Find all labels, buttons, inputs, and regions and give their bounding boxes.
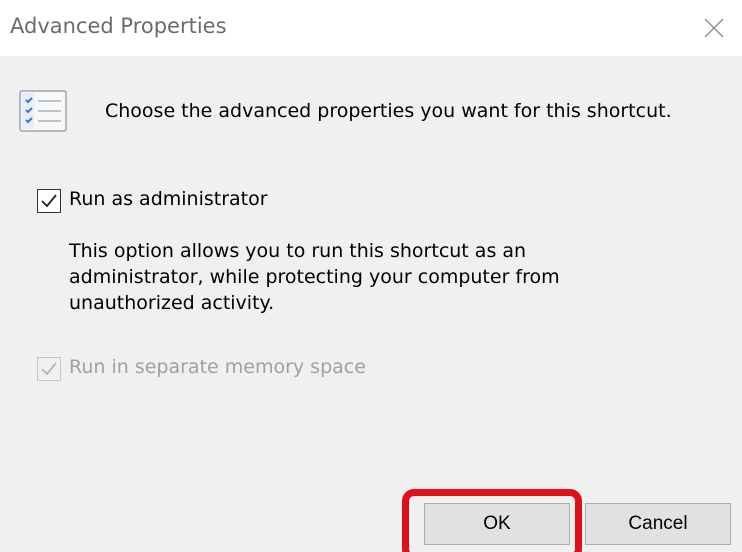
description-line: administrator, while protecting your com… [69,266,560,288]
close-button[interactable] [686,0,742,56]
close-icon [704,18,724,38]
properties-list-icon [19,90,67,132]
separate-memory-space-label: Run in separate memory space [69,356,366,378]
ok-button[interactable]: OK [424,503,570,545]
intro-text: Choose the advanced properties you want … [105,100,672,122]
checkmark-icon [41,362,57,376]
title-bar: Advanced Properties [0,0,742,56]
description-line: unauthorized activity. [69,292,275,314]
run-as-administrator-label[interactable]: Run as administrator [69,188,268,210]
checkmark-icon [41,194,57,208]
cancel-button[interactable]: Cancel [585,503,731,545]
window-title: Advanced Properties [10,14,227,38]
description-line: This option allows you to run this short… [69,240,527,262]
run-as-administrator-description: This option allows you to run this short… [69,238,560,316]
separate-memory-space-checkbox [37,357,61,381]
run-as-administrator-checkbox[interactable] [37,189,61,213]
